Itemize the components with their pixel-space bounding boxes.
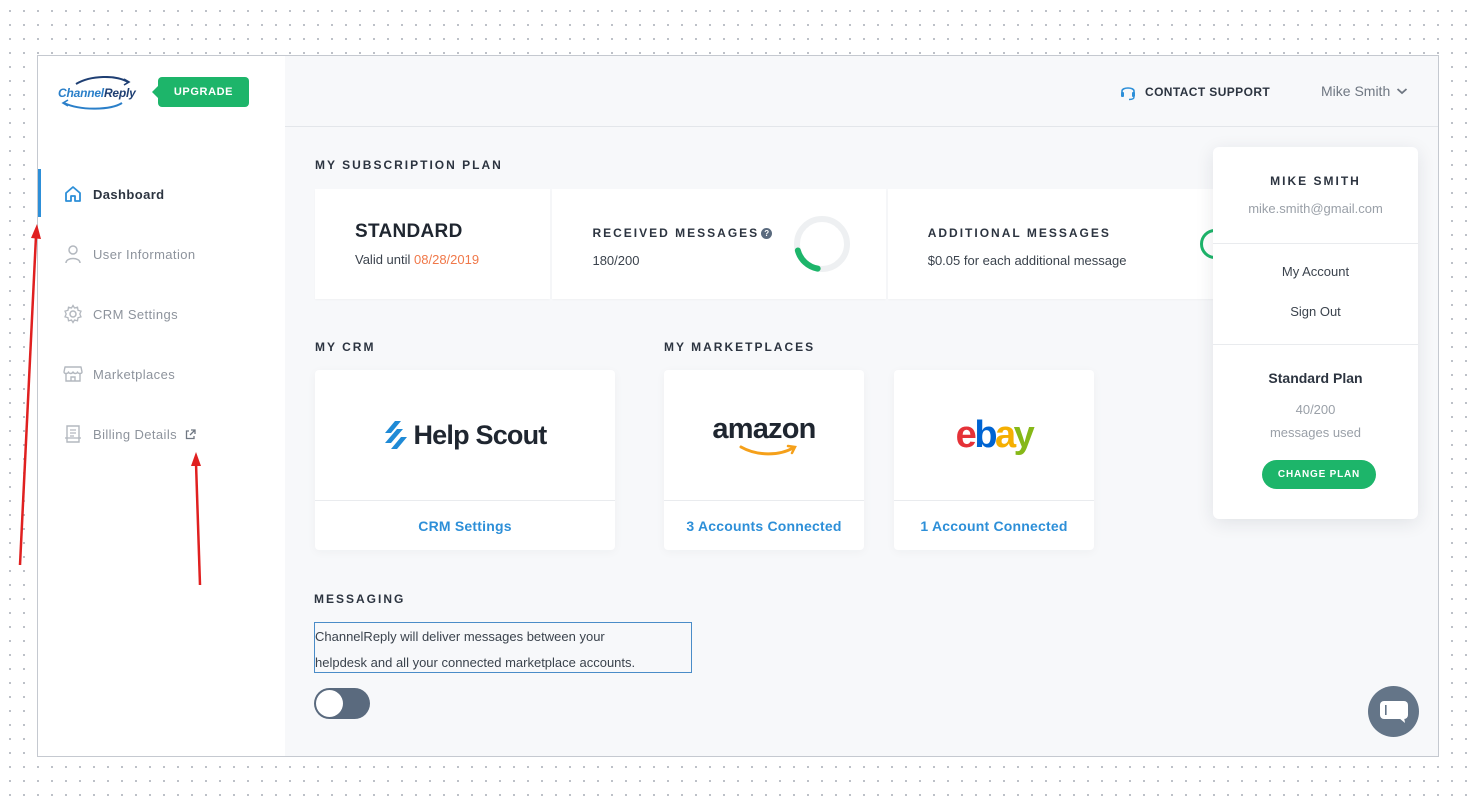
dropdown-plan-name: Standard Plan	[1268, 370, 1363, 386]
toggle-knob	[316, 690, 343, 717]
received-messages-donut	[794, 216, 851, 272]
change-plan-button[interactable]: CHANGE PLAN	[1262, 460, 1376, 489]
dropdown-divider	[1213, 344, 1418, 345]
user-name: Mike Smith	[1321, 83, 1391, 99]
ebay-wordmark: ebay	[955, 413, 1035, 456]
my-account-link[interactable]: My Account	[1213, 264, 1418, 279]
sidebar-item-user-information[interactable]: User Information	[38, 224, 285, 284]
plan-expiry-date: 08/28/2019	[414, 252, 480, 267]
user-icon	[62, 243, 84, 265]
additional-messages-label: ADDITIONAL MESSAGES	[927, 226, 1111, 240]
help-icon[interactable]: ?	[761, 228, 773, 239]
channelreply-logo[interactable]: ChannelReply	[56, 76, 146, 112]
sidebar-item-label: User Information	[93, 246, 196, 262]
amazon-wordmark: amazon	[712, 413, 816, 445]
subscription-plan-strip: STANDARD Valid until 08/28/2019 RECEIVED…	[315, 189, 1230, 299]
dropdown-user-name: MIKE SMITH	[1270, 174, 1361, 188]
ebay-logo: ebay	[894, 370, 1094, 501]
gear-icon	[62, 303, 84, 325]
user-dropdown-menu: MIKE SMITH mike.smith@gmail.com My Accou…	[1213, 147, 1418, 519]
sidebar-item-label: Marketplaces	[93, 366, 176, 382]
received-messages-label: RECEIVED MESSAGES?	[592, 226, 773, 240]
contact-support-label: CONTACT SUPPORT	[1145, 85, 1271, 99]
sidebar-item-crm-settings[interactable]: CRM Settings	[38, 284, 285, 344]
chat-widget-button[interactable]	[1368, 686, 1419, 737]
received-messages-value: 180/200	[592, 253, 640, 268]
sidebar-item-dashboard[interactable]: Dashboard	[38, 164, 285, 224]
dropdown-user-email: mike.smith@gmail.com	[1248, 201, 1383, 216]
helpscout-logo: Help Scout	[315, 370, 615, 501]
store-icon	[62, 363, 84, 385]
amazon-smile-icon	[739, 444, 797, 456]
top-bar: CONTACT SUPPORT Mike Smith	[285, 56, 1438, 127]
dropdown-plan-usage: 40/200	[1295, 402, 1336, 417]
external-link-icon	[185, 428, 196, 439]
sidebar-item-label: CRM Settings	[93, 306, 178, 322]
sidebar: ChannelReply UPGRADE Dashboard User Info…	[38, 56, 285, 756]
upgrade-button[interactable]: UPGRADE	[152, 77, 249, 107]
user-menu-toggle[interactable]: Mike Smith	[1321, 83, 1408, 99]
plan-card: STANDARD Valid until 08/28/2019	[315, 189, 551, 299]
plan-name: STANDARD	[355, 221, 463, 242]
ebay-accounts-link[interactable]: 1 Account Connected	[894, 501, 1094, 550]
crm-section-title: MY CRM	[315, 340, 376, 354]
messaging-description-line: helpdesk and all your connected marketpl…	[315, 655, 636, 670]
subscription-section-title: MY SUBSCRIPTION PLAN	[315, 158, 503, 172]
amazon-tile: amazon 3 Accounts Connected	[664, 370, 864, 550]
chevron-down-icon	[1397, 88, 1408, 95]
messaging-toggle[interactable]	[314, 688, 370, 719]
helpscout-mark-icon	[385, 421, 408, 449]
messaging-description: ChannelReply will deliver messages betwe…	[314, 622, 692, 673]
sidebar-item-label: Dashboard	[93, 186, 165, 202]
sidebar-item-billing-details[interactable]: Billing Details	[38, 404, 285, 464]
logo-text: ChannelReply	[58, 86, 136, 100]
crm-settings-link[interactable]: CRM Settings	[315, 501, 615, 550]
home-icon	[62, 183, 84, 205]
crm-tile: Help Scout CRM Settings	[315, 370, 615, 550]
sidebar-item-label: Billing Details	[93, 426, 178, 442]
messaging-description-line: ChannelReply will deliver messages betwe…	[315, 629, 605, 644]
helpscout-wordmark: Help Scout	[413, 419, 547, 450]
chat-bubble-icon	[1379, 700, 1408, 723]
dropdown-divider	[1213, 243, 1418, 244]
app-window: ChannelReply UPGRADE Dashboard User Info…	[37, 55, 1439, 757]
ebay-tile: ebay 1 Account Connected	[894, 370, 1094, 550]
plan-valid-until: Valid until 08/28/2019	[355, 252, 480, 267]
amazon-accounts-link[interactable]: 3 Accounts Connected	[664, 501, 864, 550]
receipt-icon	[62, 423, 84, 445]
additional-messages-card: ADDITIONAL MESSAGES $0.05 for each addit…	[887, 189, 1230, 299]
amazon-logo: amazon	[664, 370, 864, 501]
marketplaces-section-title: MY MARKETPLACES	[664, 340, 816, 354]
contact-support-link[interactable]: CONTACT SUPPORT	[1119, 83, 1270, 101]
sidebar-nav: Dashboard User Information CRM Settings …	[38, 164, 285, 464]
annotation-arrow-dashboard	[18, 235, 38, 566]
messaging-section-title: MESSAGING	[314, 592, 406, 606]
additional-messages-value: $0.05 for each additional message	[927, 253, 1127, 268]
donut-progress-arc	[794, 216, 851, 272]
headset-icon	[1121, 87, 1135, 101]
dropdown-plan-usage-label: messages used	[1269, 425, 1362, 440]
received-messages-card: RECEIVED MESSAGES? 180/200	[552, 189, 886, 299]
sidebar-item-marketplaces[interactable]: Marketplaces	[38, 344, 285, 404]
sign-out-link[interactable]: Sign Out	[1213, 304, 1418, 319]
